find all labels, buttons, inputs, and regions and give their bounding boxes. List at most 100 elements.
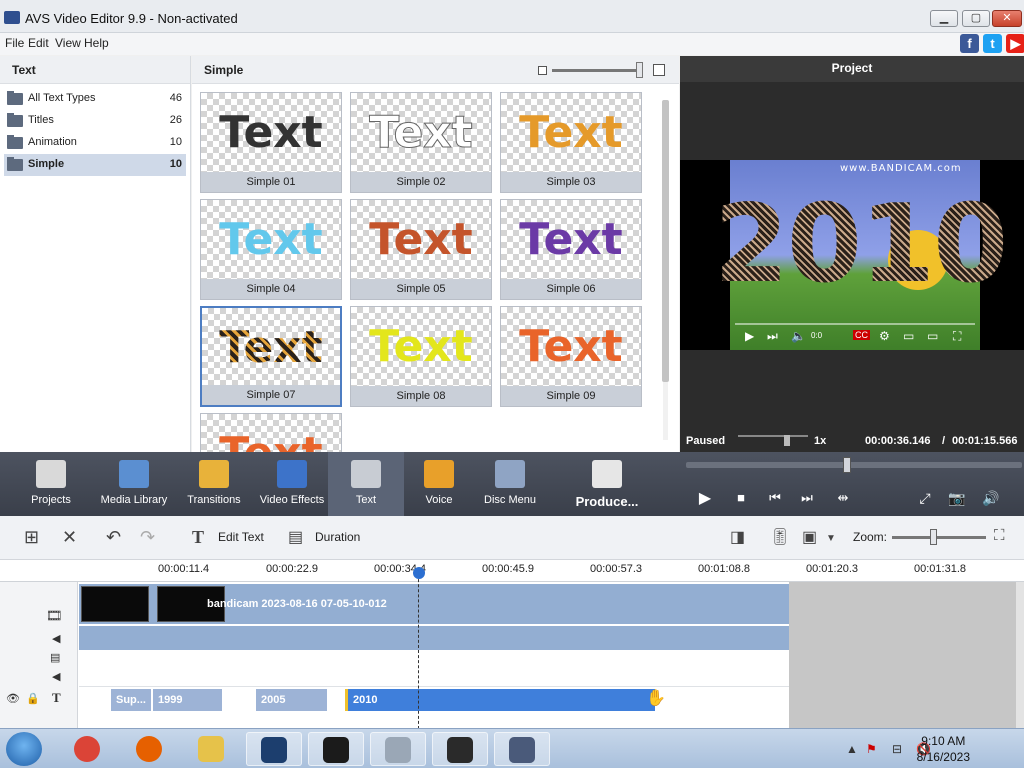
undo-icon[interactable]: ↶ [106,527,121,548]
taskbar-app-button[interactable] [184,732,240,766]
text-clip[interactable]: 1999 [153,689,222,711]
gallery-scrollbar[interactable] [661,92,670,447]
text-clip-selected[interactable]: 2010 [345,689,655,711]
storyboard-toggle-icon[interactable]: ⊞ [24,527,39,548]
text-clip[interactable]: Sup... [111,689,151,711]
stop-button[interactable]: ■ [730,490,752,505]
zoom-handle[interactable] [930,529,937,545]
toolbar-projects-button[interactable]: Projects [20,452,82,516]
preview-video[interactable]: www.BANDICAM.com 2010 ▶ ⏭ 🔈 0:0 CC ⚙ ▭ ▭… [680,160,1024,350]
system-clock[interactable]: 9:10 AM 8/16/2023 [917,733,970,765]
category-simple[interactable]: Simple 10 [4,154,186,176]
twitter-icon[interactable]: t [983,34,1002,53]
timeline-scrollbar[interactable] [1016,582,1024,728]
next-frame-button[interactable]: ⏭ [796,490,818,506]
text-preset-tile[interactable]: Text Simple 03 [500,92,642,193]
scrubber-handle[interactable] [843,457,851,473]
snapshot-button[interactable]: 📷 [946,490,968,507]
preset-sample-text: Text [519,214,623,265]
text-preset-tile[interactable]: Text Simple 02 [350,92,492,193]
text-preset-tile[interactable]: Text Simple 05 [350,199,492,300]
menu-view[interactable]: View [55,36,81,50]
scroll-thumb[interactable] [662,100,669,382]
menu-help[interactable]: Help [84,36,109,50]
timeline-zoom-slider[interactable] [892,529,986,545]
text-preset-tile[interactable]: Text Simple 08 [350,306,492,407]
facebook-icon[interactable]: f [960,34,979,53]
chevron-down-icon[interactable]: ▼ [826,533,836,544]
split-view-button[interactable]: ⇹ [832,490,854,506]
toolbar-produce-button[interactable]: Produce... [570,452,644,516]
thumbnail-large-icon[interactable] [653,64,665,76]
toolbar-transitions-button[interactable]: Transitions [182,452,246,516]
maximize-button[interactable]: ▢ [962,10,990,27]
text-preset-tile[interactable]: Text Simple 07 [200,306,342,407]
toolbar-video-effects-button[interactable]: Video Effects [256,452,328,516]
menu-file[interactable]: File [5,36,24,50]
thumbnail-size-handle[interactable] [636,62,643,78]
preview-scrubber[interactable] [686,457,1022,473]
taskbar-app-button[interactable] [60,732,116,766]
fullscreen-button[interactable]: ⤢ [914,490,936,507]
text-preset-tile[interactable]: Text Simple 06 [500,199,642,300]
previous-frame-button[interactable]: ⏮ [764,490,786,506]
folder-icon [7,135,23,149]
text-track-icon: T [52,690,61,705]
taskbar-app-button[interactable] [370,732,426,766]
ruler-tick: 00:00:22.9 [266,563,318,575]
text-clip[interactable]: 2005 [256,689,327,711]
delete-icon[interactable]: ✕ [62,527,77,548]
audio-clip[interactable] [79,626,789,650]
edit-text-icon[interactable]: T [192,527,204,548]
taskbar-app-button[interactable] [432,732,488,766]
duration-button[interactable]: Duration [315,530,360,544]
minimize-button[interactable]: ▁ [930,10,958,27]
eye-icon[interactable]: 👁 [6,692,20,705]
aspect-ratio-icon[interactable]: ▣ [802,527,817,547]
volume-button[interactable]: 🔊 [980,490,1002,507]
toolbar-media-library-button[interactable]: Media Library [96,452,172,516]
speed-handle[interactable] [784,435,790,446]
menu-edit[interactable]: Edit [28,36,49,50]
text-preset-tile[interactable]: Text [200,413,342,494]
produce-icon [592,460,622,488]
speed-slider[interactable] [738,435,808,437]
lock-icon[interactable]: 🔒 [26,692,40,705]
duration-icon[interactable]: ▤ [288,527,303,547]
edit-text-button[interactable]: Edit Text [218,530,264,544]
text-preset-tile[interactable]: Text Simple 01 [200,92,342,193]
taskbar-app-button[interactable] [246,732,302,766]
network-icon[interactable]: ⊟ [892,742,902,756]
redo-icon[interactable]: ↷ [140,527,155,548]
playhead-handle[interactable] [413,567,425,579]
toolbar-text-button[interactable]: Text [328,452,404,516]
timeline-ruler[interactable]: 00:00:11.4 00:00:22.9 00:00:34.4 00:00:4… [0,560,1024,582]
gallery-title: Simple [204,63,244,77]
toolbar-disc-menu-button[interactable]: Disc Menu [480,452,540,516]
toolbar-voice-button[interactable]: Voice [406,452,472,516]
folder-icon [7,91,23,105]
audio-mixer-icon[interactable]: 🎚 [770,527,790,547]
category-titles[interactable]: Titles 26 [4,110,186,132]
video-clip[interactable]: bandicam 2023-08-16 07-05-10-012 [79,584,789,624]
text-preset-tile[interactable]: Text Simple 04 [200,199,342,300]
text-preset-tile[interactable]: Text Simple 09 [500,306,642,407]
taskbar-app-button[interactable] [308,732,364,766]
category-count: 46 [169,92,182,104]
start-button[interactable] [6,732,42,766]
split-clip-icon[interactable]: ◨ [730,527,745,547]
play-button[interactable]: ▶ [694,488,716,508]
transparency-background: Text [351,307,491,387]
app-logo-icon [4,11,20,24]
close-button[interactable]: ✕ [992,10,1022,27]
taskbar-app-button[interactable] [494,732,550,766]
thumbnail-size-slider[interactable] [552,69,640,72]
fit-timeline-icon[interactable]: ⛶ [994,527,1005,544]
youtube-icon[interactable]: ▶ [1006,34,1024,53]
taskbar-app-button[interactable] [122,732,178,766]
action-center-icon[interactable]: ⚑ [866,742,877,756]
category-animation[interactable]: Animation 10 [4,132,186,154]
show-hidden-icons[interactable]: ▲ [846,742,858,756]
thumbnail-small-icon[interactable] [538,66,547,75]
category-all-text-types[interactable]: All Text Types 46 [4,88,186,110]
